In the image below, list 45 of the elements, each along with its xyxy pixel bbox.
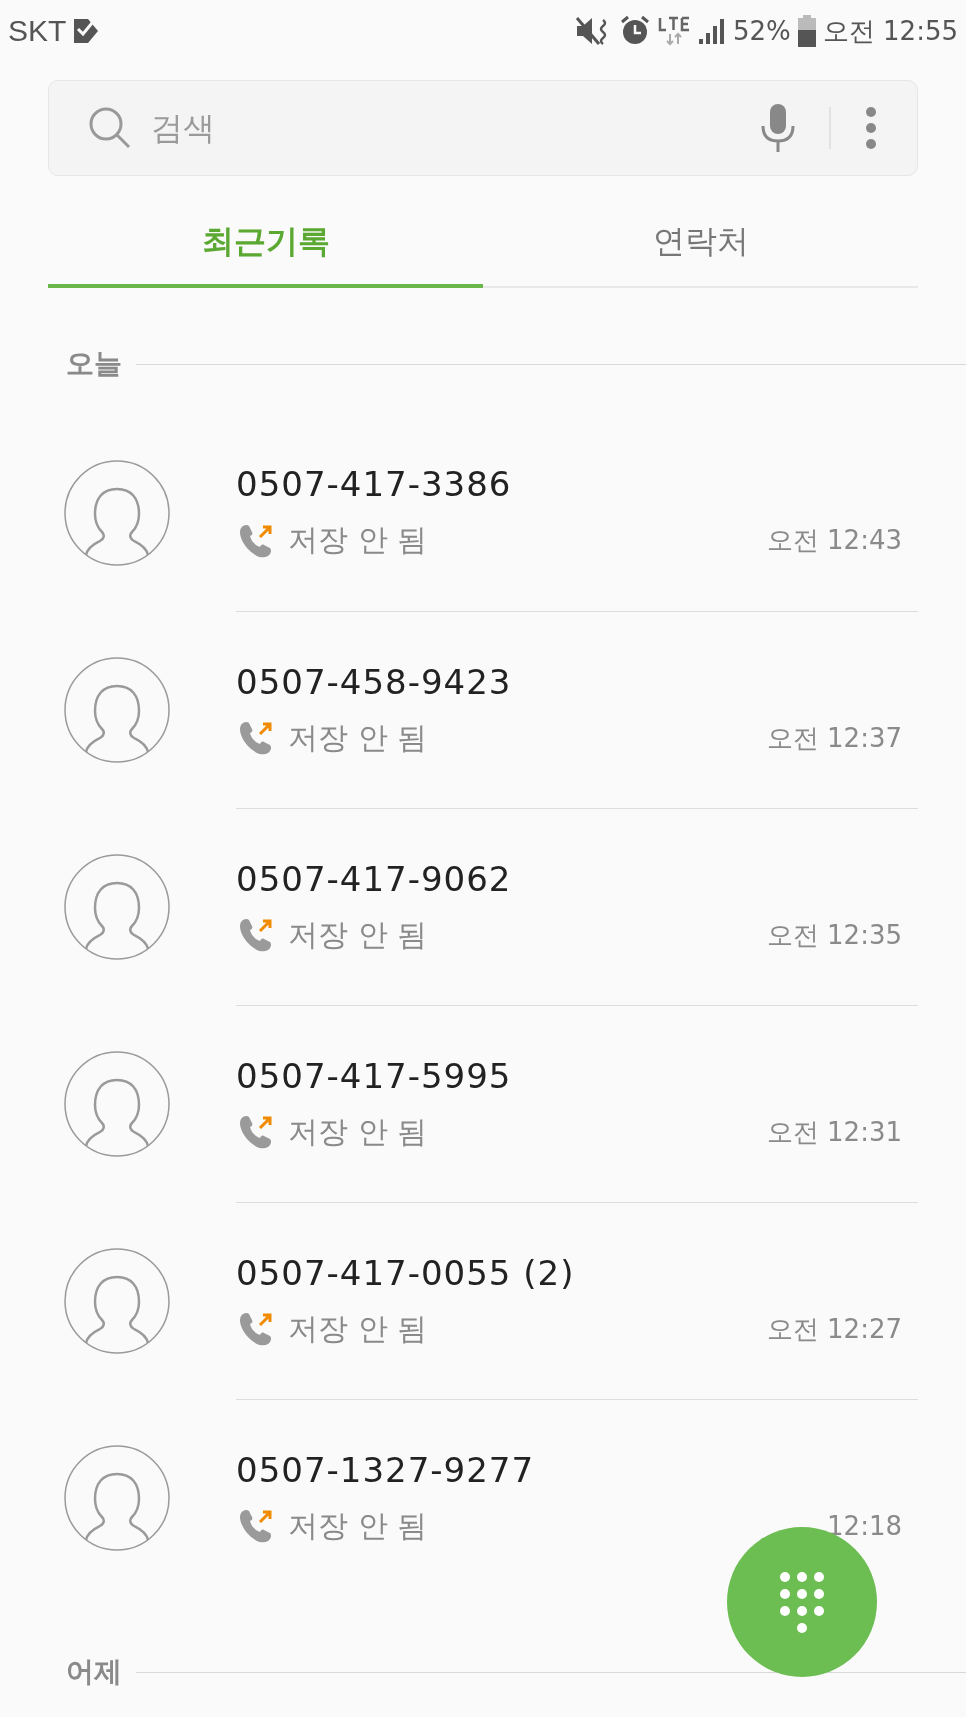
call-log-row[interactable]: 0507-458-9423 저장 안 됨 오전 12:37 (64, 611, 918, 808)
call-time: 오전 12:31 (766, 1115, 902, 1149)
phone-number: 0507-458-9423 (236, 661, 513, 702)
contact-status: 저장 안 됨 (288, 718, 429, 757)
dialpad-icon (779, 1570, 825, 1634)
call-time: 오전 12:37 (766, 721, 902, 755)
phone-number: 0507-417-5995 (236, 1055, 513, 1096)
signal-icon (697, 16, 727, 46)
battery-icon (796, 15, 817, 47)
avatar-icon (64, 1050, 170, 1157)
contact-status: 저장 안 됨 (288, 1112, 429, 1151)
call-log-row[interactable]: 0507-417-0055 (2) 저장 안 됨 오전 12:27 (64, 1202, 918, 1399)
call-log-row[interactable]: 0507-417-3386 저장 안 됨 오전 12:43 (64, 414, 918, 611)
search-field[interactable]: 검색 (149, 108, 759, 148)
carrier-name: SKT (8, 14, 67, 48)
avatar-icon (64, 459, 170, 566)
section-title: 오늘 (66, 346, 122, 382)
phone-number: 0507-417-0055 (2) (236, 1252, 576, 1293)
search-icon[interactable] (87, 105, 133, 151)
lte-icon (657, 15, 691, 47)
avatar-icon (64, 656, 170, 763)
call-time: 오전 12:35 (766, 918, 902, 952)
avatar-icon (64, 1247, 170, 1354)
call-log-row[interactable]: 0507-417-9062 저장 안 됨 오전 12:35 (64, 808, 918, 1005)
contact-status: 저장 안 됨 (288, 521, 429, 559)
tab[interactable]: 연락처 (483, 204, 918, 288)
search-bar[interactable]: 검색 (48, 80, 918, 176)
phone-number: 0507-1327-9277 (236, 1449, 536, 1490)
section-title: 어제 (66, 1654, 122, 1690)
avatar-icon (64, 1444, 170, 1551)
microphone-icon[interactable] (759, 102, 797, 154)
call-log-row[interactable]: 0507-417-5995 저장 안 됨 오전 12:31 (64, 1005, 918, 1202)
contact-status: 저장 안 됨 (288, 1309, 429, 1348)
avatar-icon (64, 853, 170, 960)
battery-percent: 52% (733, 16, 791, 46)
alarm-icon (619, 15, 651, 47)
contact-status: 저장 안 됨 (288, 915, 429, 954)
contact-status: 저장 안 됨 (288, 1506, 429, 1545)
status-time: 오전 12:55 (822, 14, 958, 48)
call-time: 오전 12:43 (766, 524, 902, 557)
phone-number: 0507-417-3386 (236, 464, 513, 504)
call-time: 12:18 (827, 1511, 902, 1541)
phone-number: 0507-417-9062 (236, 858, 513, 899)
more-options-icon[interactable] (865, 106, 877, 150)
call-time: 오전 12:27 (766, 1312, 902, 1346)
